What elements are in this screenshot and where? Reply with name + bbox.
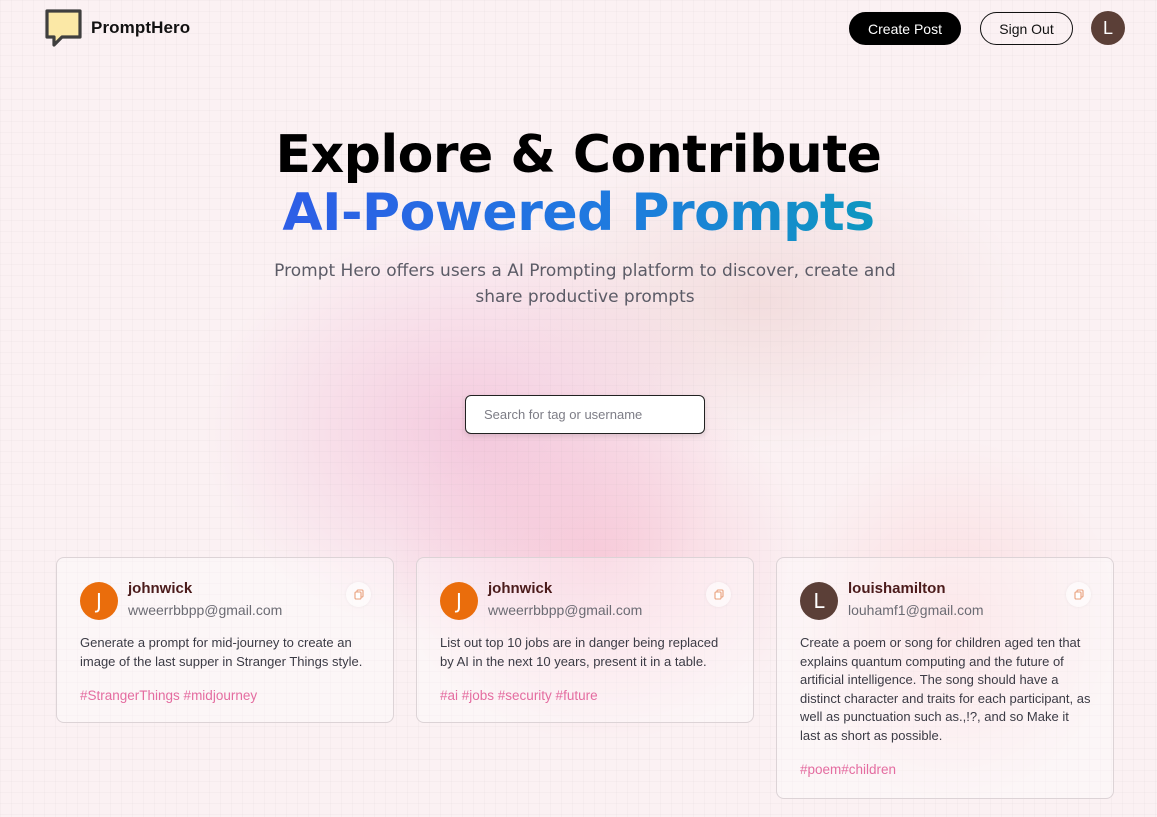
- search-input[interactable]: [465, 395, 705, 434]
- copy-icon: [353, 589, 364, 600]
- search-form: [465, 395, 705, 434]
- card-prompt-text: List out top 10 jobs are in danger being…: [440, 635, 719, 669]
- copy-button[interactable]: [706, 582, 731, 607]
- card-tags[interactable]: #ai #jobs #security #future: [440, 688, 731, 703]
- card-email: wweerrbbpp@gmail.com: [128, 602, 283, 618]
- avatar[interactable]: J: [440, 582, 478, 620]
- card-prompt-text: Generate a prompt for mid-journey to cre…: [80, 635, 363, 669]
- avatar[interactable]: J: [80, 582, 118, 620]
- copy-button[interactable]: [346, 582, 371, 607]
- brand-logo-link[interactable]: PromptHero: [44, 8, 190, 48]
- copy-button[interactable]: [1066, 582, 1091, 607]
- card-email: louhamf1@gmail.com: [848, 602, 984, 618]
- card-header: J johnwick wweerrbbpp@gmail.com: [440, 580, 731, 620]
- card-prompt-text: Create a poem or song for children aged …: [800, 635, 1091, 743]
- hero-title: Explore & Contribute AI-Powered Prompts: [0, 126, 1157, 242]
- page: PromptHero Create Post Sign Out L Explor…: [0, 0, 1157, 817]
- prompt-card: L louishamilton louhamf1@gmail.com Creat…: [776, 557, 1114, 799]
- hero-description: Prompt Hero offers users a AI Prompting …: [274, 261, 896, 307]
- card-user-info[interactable]: johnwick wweerrbbpp@gmail.com: [128, 580, 346, 619]
- brand-name: PromptHero: [91, 18, 191, 37]
- card-user-info[interactable]: johnwick wweerrbbpp@gmail.com: [488, 580, 706, 619]
- create-post-button[interactable]: Create Post: [849, 12, 961, 45]
- user-avatar[interactable]: L: [1091, 11, 1125, 45]
- card-email: wweerrbbpp@gmail.com: [488, 602, 643, 618]
- copy-icon: [713, 589, 724, 600]
- prompt-card: J johnwick wweerrbbpp@gmail.com Generate…: [56, 557, 394, 723]
- card-header: J johnwick wweerrbbpp@gmail.com: [80, 580, 371, 620]
- card-user-info[interactable]: louishamilton louhamf1@gmail.com: [848, 580, 1066, 619]
- card-username: johnwick: [128, 580, 193, 597]
- card-tags[interactable]: #poem#children: [800, 762, 1091, 777]
- copy-icon: [1073, 589, 1084, 600]
- sign-out-button[interactable]: Sign Out: [980, 12, 1073, 45]
- card-username: johnwick: [488, 580, 553, 597]
- avatar[interactable]: L: [800, 582, 838, 620]
- card-tags[interactable]: #StrangerThings #midjourney: [80, 688, 371, 703]
- card-username: louishamilton: [848, 580, 946, 597]
- speech-bubble-icon: [45, 9, 82, 47]
- hero-title-line1: Explore & Contribute: [275, 125, 882, 185]
- hero-title-line2: AI-Powered Prompts: [282, 183, 875, 243]
- card-header: L louishamilton louhamf1@gmail.com: [800, 580, 1091, 620]
- prompt-card: J johnwick wweerrbbpp@gmail.com List out…: [416, 557, 754, 723]
